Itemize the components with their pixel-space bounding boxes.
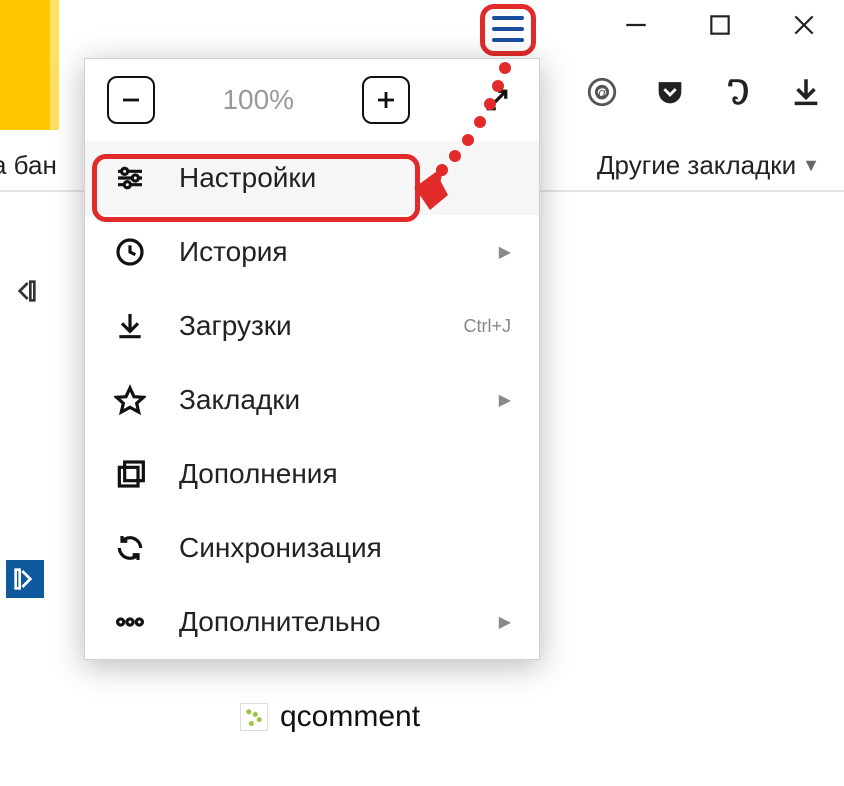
menu-item-downloads[interactable]: Загрузки Ctrl+J — [85, 289, 539, 363]
menu-item-shortcut: Ctrl+J — [463, 316, 511, 337]
menu-item-history[interactable]: История ▶ — [85, 215, 539, 289]
left-panel-stub — [0, 200, 53, 786]
background-tab[interactable]: qcomment — [240, 700, 420, 734]
panel-collapse-icon[interactable] — [6, 272, 44, 310]
menu-item-label: Синхронизация — [179, 532, 382, 564]
menu-item-label: Дополнения — [179, 458, 338, 490]
zoom-row: 100% — [85, 59, 539, 141]
tab-title: qcomment — [280, 700, 420, 734]
more-icon — [113, 605, 147, 639]
menu-item-bookmarks[interactable]: Закладки ▶ — [85, 363, 539, 437]
menu-item-label: Дополнительно — [179, 606, 381, 638]
history-icon — [113, 235, 147, 269]
other-bookmarks-button[interactable]: Другие закладки ▼ — [597, 150, 820, 181]
menu-item-settings[interactable]: Настройки — [85, 141, 539, 215]
menu-item-label: История — [179, 236, 288, 268]
close-button[interactable] — [784, 5, 824, 45]
pocket-icon[interactable] — [650, 72, 690, 112]
menu-item-more[interactable]: Дополнительно ▶ — [85, 585, 539, 659]
target-icon[interactable]: @ — [582, 72, 622, 112]
zoom-level-label: 100% — [222, 84, 294, 116]
minimize-button[interactable] — [616, 5, 656, 45]
submenu-indicator-icon: ▶ — [499, 390, 511, 410]
zoom-out-button[interactable] — [107, 76, 155, 124]
menu-item-label: Загрузки — [179, 310, 292, 342]
panel-expand-active-icon[interactable] — [6, 560, 44, 598]
hamburger-menu-button[interactable] — [488, 12, 528, 46]
chevron-down-icon: ▼ — [802, 155, 820, 176]
other-bookmarks-label: Другие закладки — [597, 150, 796, 181]
menu-item-addons[interactable]: Дополнения — [85, 437, 539, 511]
tab-accent-thin — [50, 0, 59, 130]
maximize-button[interactable] — [700, 5, 740, 45]
sync-icon — [113, 531, 147, 565]
submenu-indicator-icon: ▶ — [499, 612, 511, 632]
svg-text:@: @ — [595, 86, 609, 102]
main-menu-dropdown: 100% Настройки История ▶ Загрузки Ctrl+J… — [84, 58, 540, 660]
window-controls — [596, 0, 844, 50]
toolbar-extension-icons: @ — [582, 72, 826, 112]
tab-accent-thick — [0, 0, 50, 130]
zoom-in-button[interactable] — [362, 76, 410, 124]
download-icon — [113, 309, 147, 343]
menu-item-sync[interactable]: Синхронизация — [85, 511, 539, 585]
download-toolbar-icon[interactable] — [786, 72, 826, 112]
menu-item-label: Настройки — [179, 162, 316, 194]
evernote-icon[interactable] — [718, 72, 758, 112]
bookmark-item-fragment[interactable]: а бан — [0, 150, 57, 181]
star-icon — [113, 383, 147, 417]
tab-favicon — [240, 703, 268, 731]
addons-icon — [113, 457, 147, 491]
submenu-indicator-icon: ▶ — [499, 242, 511, 262]
settings-icon — [113, 161, 147, 195]
menu-item-label: Закладки — [179, 384, 300, 416]
fullscreen-button[interactable] — [477, 80, 517, 120]
